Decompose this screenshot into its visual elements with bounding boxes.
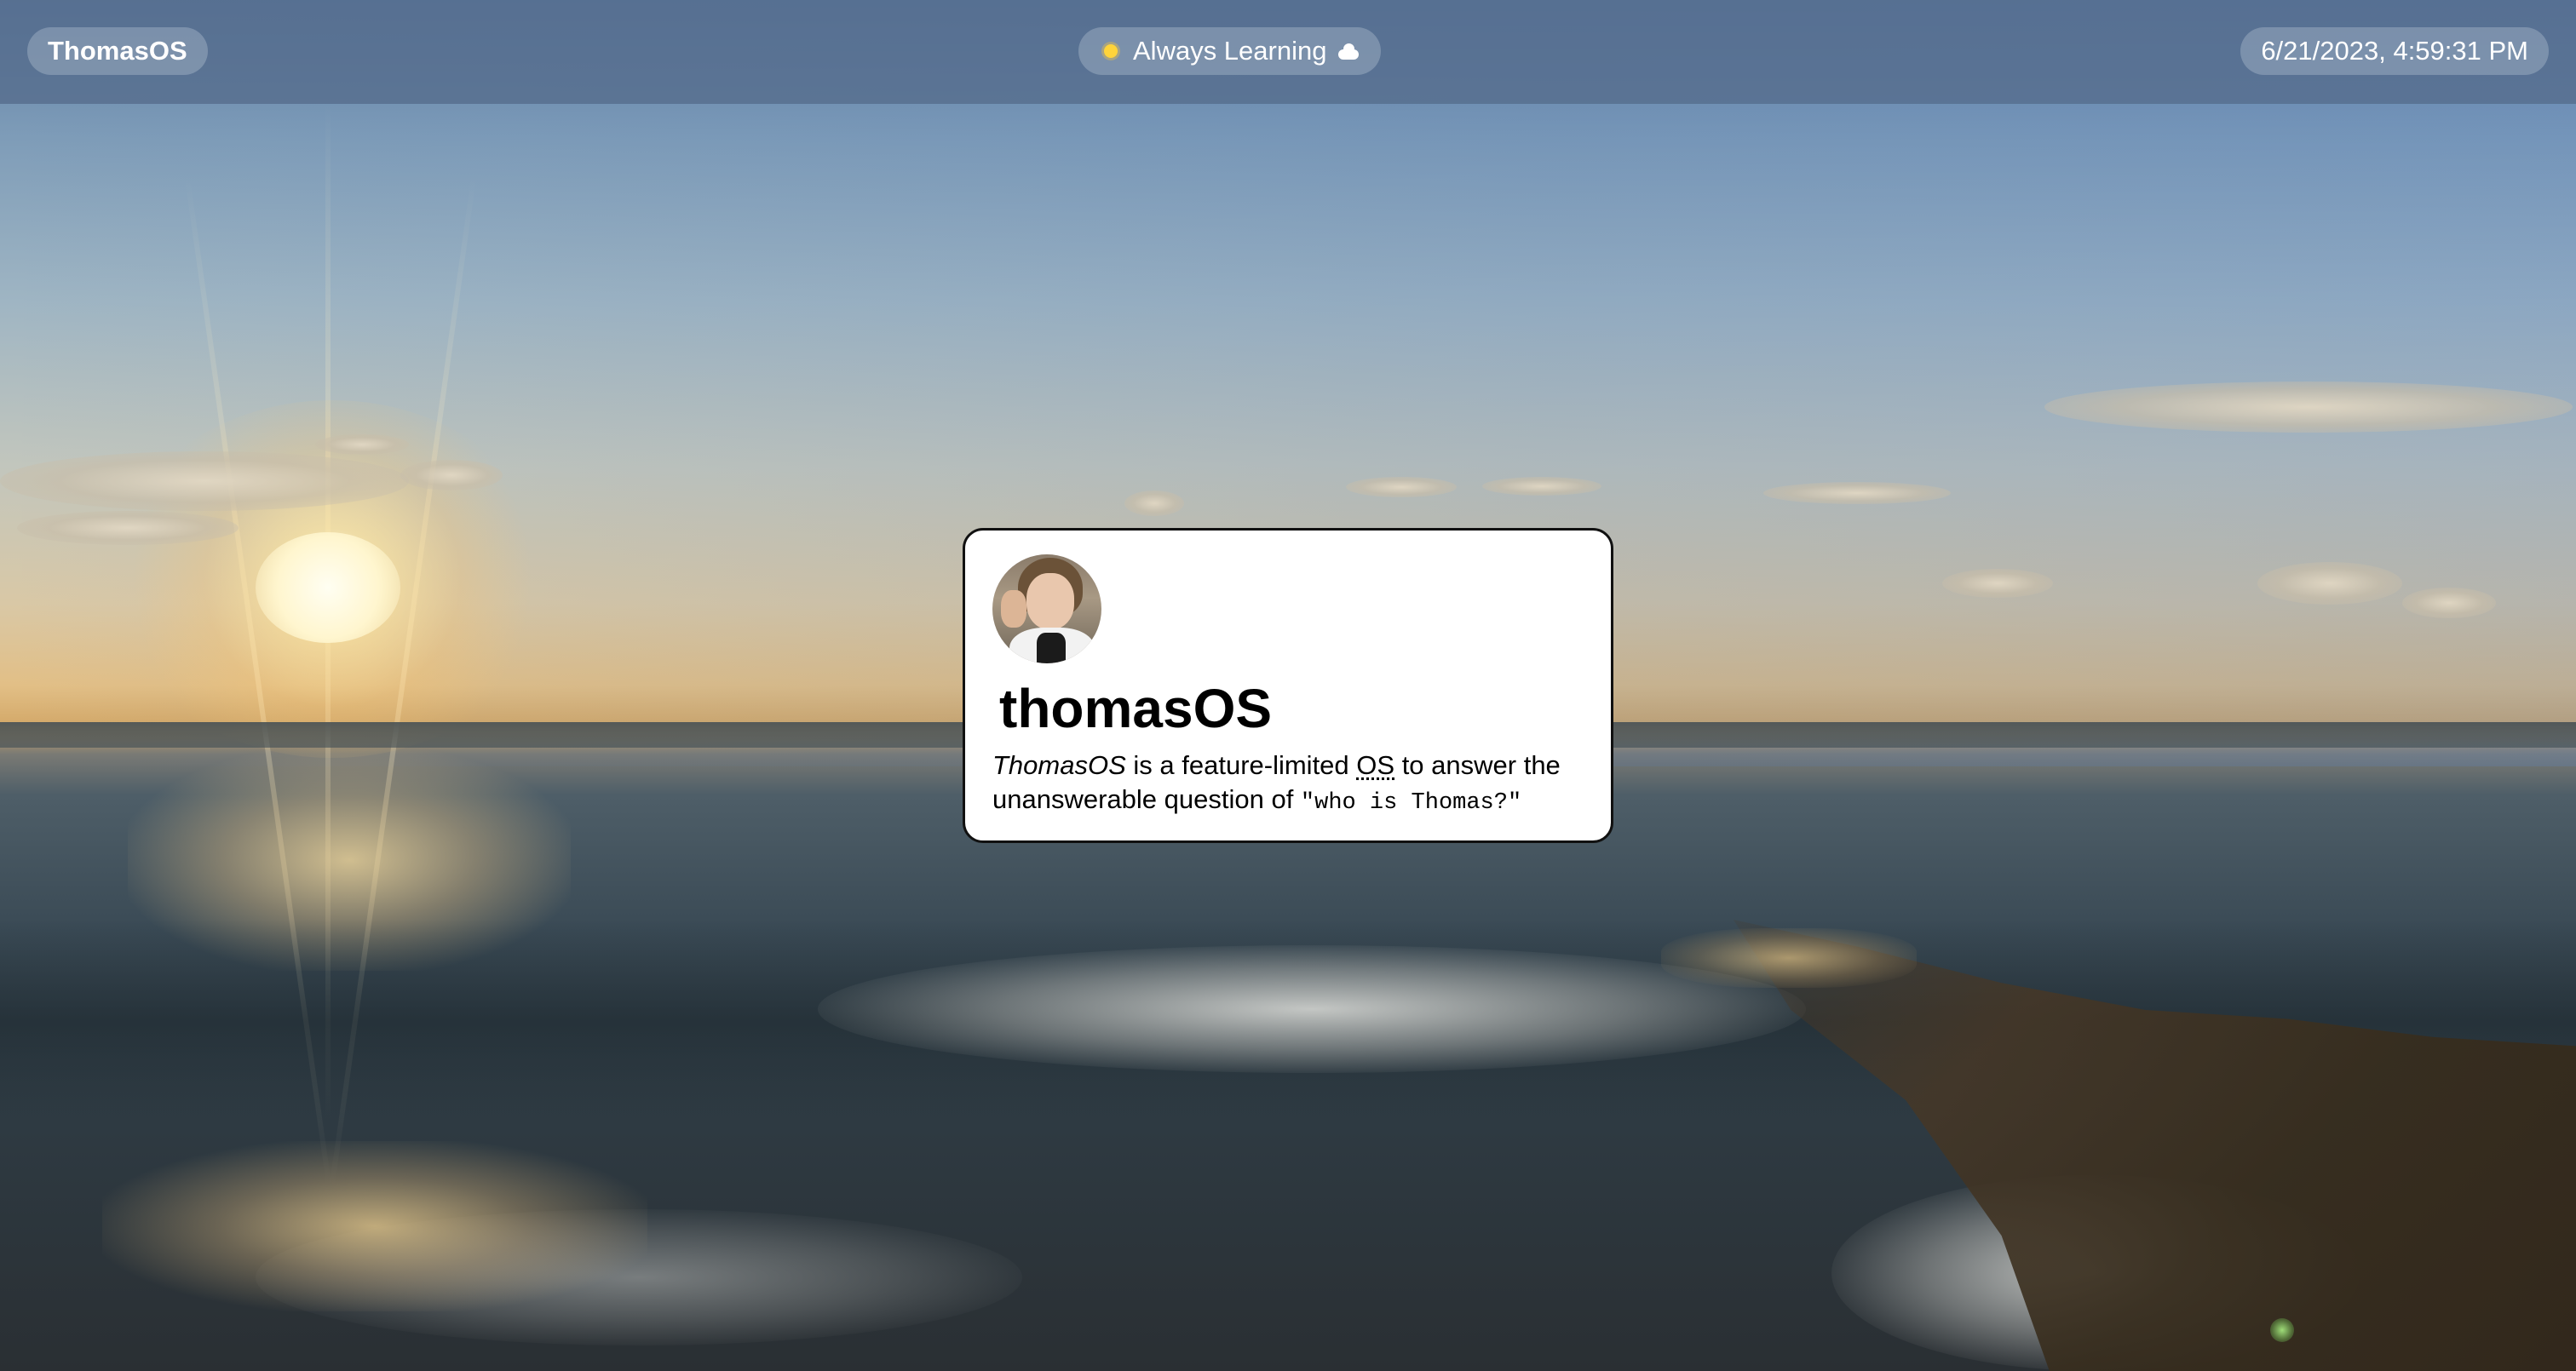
rock-highlight — [1661, 928, 1917, 988]
cloud — [1942, 569, 2053, 598]
cloud — [1124, 490, 1184, 516]
cloud — [2402, 588, 2496, 618]
brand-button[interactable]: ThomasOS — [27, 27, 208, 75]
sun-icon — [1099, 39, 1123, 63]
lens-flare — [2270, 1318, 2294, 1342]
sun — [256, 532, 400, 643]
avatar-face — [1026, 573, 1074, 629]
clock[interactable]: 6/21/2023, 4:59:31 PM — [2240, 27, 2549, 75]
description-code: "who is Thomas?" — [1300, 790, 1522, 816]
window-title: thomasOS — [999, 678, 1273, 739]
cloud-icon — [1337, 39, 1360, 63]
cloud — [1763, 482, 1951, 504]
cloud — [17, 511, 239, 545]
cloud — [0, 451, 409, 511]
about-window[interactable]: thomasOS ThomasOS is a feature-limited O… — [963, 528, 1613, 843]
cloud — [2257, 562, 2402, 605]
avatar-shirt — [1037, 633, 1066, 663]
description-emphasis: ThomasOS — [992, 750, 1126, 780]
description-text: is a feature-limited — [1125, 750, 1357, 780]
desktop: ThomasOS Always Learning 6/21/2023, 4:59… — [0, 0, 2576, 1371]
menu-bar: ThomasOS Always Learning 6/21/2023, 4:59… — [0, 0, 2576, 104]
os-abbreviation: OS — [1356, 750, 1395, 780]
tagline-text: Always Learning — [1133, 36, 1327, 66]
status-tagline[interactable]: Always Learning — [1078, 27, 1382, 75]
water-glitter — [102, 1141, 647, 1311]
wave-foam — [818, 945, 1806, 1073]
cloud — [2044, 381, 2573, 433]
cloud — [400, 460, 503, 490]
cloud — [1482, 477, 1601, 496]
cloud — [1346, 477, 1457, 497]
cloud — [315, 434, 409, 455]
avatar — [992, 554, 1101, 663]
window-description: ThomasOS is a feature-limited OS to answ… — [992, 749, 1584, 820]
avatar-hand — [1001, 590, 1026, 628]
